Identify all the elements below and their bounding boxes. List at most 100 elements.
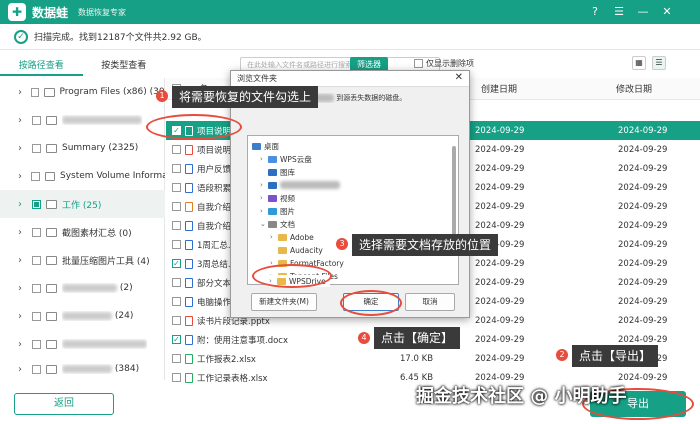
sidebar-item[interactable]: › Summary (2325) [0,134,165,162]
menu-icon[interactable]: ☰ [612,5,626,19]
app-name: 数据蛙 [32,5,69,20]
new-folder-button[interactable]: 新建文件夹(M) [251,293,317,311]
item-checkbox[interactable] [32,227,41,237]
modified-date: 2024-09-29 [618,277,668,288]
tree-item-documents[interactable]: ⌄ 文档 [260,218,295,230]
item-checkbox[interactable] [32,311,41,321]
step-2-badge: 2 [556,349,568,361]
chevron-right-icon[interactable]: › [260,155,268,163]
row-checkbox[interactable] [172,297,181,306]
chevron-right-icon[interactable]: › [18,143,28,154]
sidebar-item-label: 截图素材汇总 (0) [62,228,132,239]
row-checkbox[interactable] [172,145,181,154]
folder-icon [46,364,57,374]
sidebar-item[interactable]: › Program Files (x86) (3010 [0,78,165,106]
tree-item-adobe[interactable]: › Adobe [270,231,314,243]
created-date: 2024-09-29 [475,353,525,364]
sidebar-item[interactable]: › [0,330,165,358]
item-checkbox-partial[interactable] [32,199,41,209]
sidebar-item[interactable]: › (24) [0,302,165,330]
chevron-right-icon[interactable]: › [18,87,27,98]
back-button[interactable]: 返回 [14,393,114,415]
chevron-right-icon[interactable]: › [260,181,268,189]
file-icon [185,296,193,307]
row-checkbox[interactable] [172,354,181,363]
item-checkbox[interactable] [32,143,41,153]
row-checkbox[interactable] [172,221,181,230]
chevron-right-icon[interactable]: › [18,364,28,375]
tab-by-path[interactable]: 按路径查看 [0,56,83,76]
created-date: 2024-09-29 [475,315,525,326]
tree-item-redacted[interactable]: › [260,179,340,191]
chevron-right-icon[interactable]: › [18,199,28,210]
row-checkbox[interactable]: ✓ [172,335,181,344]
item-checkbox[interactable] [32,364,41,374]
sidebar-item[interactable]: › (384) [0,358,165,380]
only-deleted-checkbox[interactable] [414,59,423,68]
tree-item-desktop[interactable]: 桌面 [252,140,279,152]
item-checkbox[interactable] [32,283,41,293]
item-checkbox[interactable] [31,171,40,181]
chevron-right-icon[interactable]: › [18,283,28,294]
step-3-badge: 3 [336,238,348,250]
tree-item-audacity[interactable]: Audacity [270,244,323,256]
chevron-right-icon[interactable]: › [270,233,278,241]
highlight-ring-wpsdrive [252,264,332,288]
col-created[interactable]: 创建日期 [481,82,517,95]
item-checkbox[interactable] [32,339,41,349]
minimize-icon[interactable]: — [636,5,650,19]
sidebar-item-label: Program Files (x86) (3010 [59,87,165,97]
created-date: 2024-09-29 [475,296,525,307]
close-icon[interactable]: ✕ [660,5,674,19]
sidebar-item[interactable]: › 工作 (25) [0,190,165,218]
tree-item-gallery[interactable]: 图库 [260,166,295,178]
item-checkbox[interactable] [31,87,40,97]
list-view-icon[interactable]: ☰ [652,56,666,70]
cancel-button[interactable]: 取消 [405,293,455,311]
sidebar-item[interactable]: › [0,106,165,134]
chevron-right-icon[interactable]: › [18,227,28,238]
grid-view-icon[interactable]: ▦ [632,56,646,70]
item-checkbox[interactable] [32,115,41,125]
file-icon [185,372,193,383]
chevron-right-icon[interactable]: › [18,255,28,266]
item-checkbox[interactable] [32,255,41,265]
tree-item-videos[interactable]: › 视频 [260,192,295,204]
step-1-badge: 1 [156,90,168,102]
sidebar-item[interactable]: › System Volume Informati [0,162,165,190]
col-modified[interactable]: 修改日期 [616,82,652,95]
sidebar-item[interactable]: › 截图素材汇总 (0) [0,218,165,246]
chevron-right-icon[interactable]: › [18,115,28,126]
chevron-right-icon[interactable]: › [18,171,27,182]
cloud-icon [268,155,277,163]
chevron-right-icon[interactable]: › [260,194,268,202]
dialog-close-icon[interactable]: ✕ [455,72,463,83]
chevron-down-icon[interactable]: ⌄ [260,220,268,228]
sidebar-item-label: 工作 (25) [62,200,102,211]
chevron-right-icon[interactable]: › [18,311,28,322]
created-date: 2024-09-29 [475,258,525,269]
row-checkbox[interactable] [172,183,181,192]
row-checkbox[interactable] [172,316,181,325]
only-deleted-toggle[interactable]: 仅显示删除项 [414,58,474,69]
row-checkbox[interactable] [172,278,181,287]
tree-item-wps-cloud[interactable]: › WPS云盘 [260,153,312,165]
created-date: 2024-09-29 [475,220,525,231]
chevron-right-icon[interactable]: › [18,339,28,350]
row-checkbox[interactable] [172,240,181,249]
tree-item-pictures[interactable]: › 图片 [260,205,295,217]
tree-scrollbar[interactable] [452,146,456,246]
row-checkbox[interactable] [172,164,181,173]
help-icon[interactable]: ? [588,5,602,19]
sidebar-item[interactable]: › (2) [0,274,165,302]
modified-date: 2024-09-29 [618,258,668,269]
redacted-text [62,364,112,373]
chevron-right-icon[interactable]: › [260,207,268,215]
folder-tree[interactable]: 桌面 › WPS云盘 图库 › › 视频 › 图片 ⌄ 文档 › Adobe Audaci… [247,135,459,285]
highlight-ring-file [146,114,242,140]
row-checkbox[interactable] [172,202,181,211]
sidebar-item[interactable]: › 批量压缩图片工具 (4) [0,246,165,274]
row-checkbox[interactable]: ✓ [172,259,181,268]
tab-by-type[interactable]: 按类型查看 [83,56,166,76]
row-checkbox[interactable] [172,373,181,382]
